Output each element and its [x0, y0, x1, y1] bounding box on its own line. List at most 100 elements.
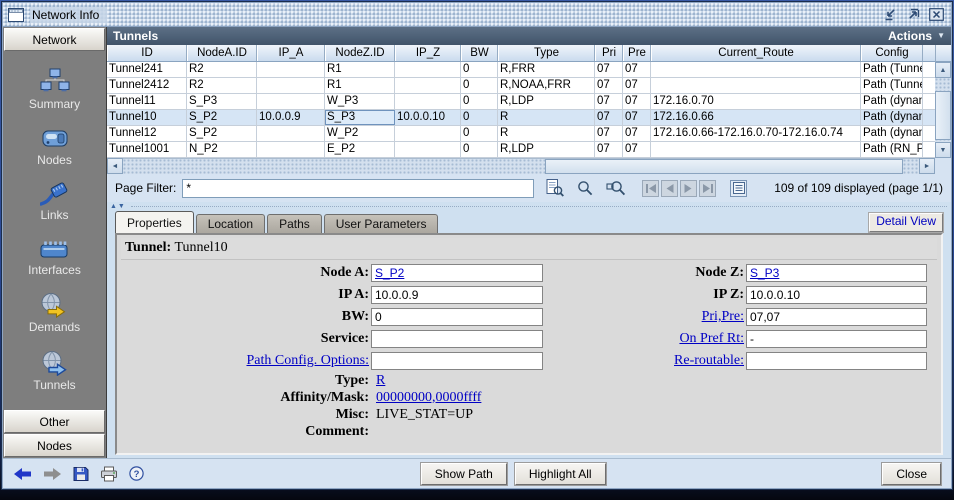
table-cell[interactable]: 10.0.0.9	[257, 110, 325, 125]
table-cell[interactable]: R,LDP	[498, 142, 595, 157]
column-header-id[interactable]: ID	[107, 45, 187, 61]
table-vertical-scrollbar[interactable]: ▲ ▼	[935, 45, 951, 174]
property-field-node-a[interactable]: S_P2	[371, 264, 543, 282]
table-cell[interactable]: S_P2	[187, 126, 257, 141]
close-button[interactable]: Close	[882, 463, 941, 485]
table-cell[interactable]	[651, 62, 861, 77]
table-cell[interactable]: Path (dynam	[861, 126, 923, 141]
table-cell[interactable]: W_P2	[325, 126, 395, 141]
property-field-bw[interactable]: 0	[371, 308, 543, 326]
table-cell[interactable]: R1	[325, 78, 395, 93]
table-cell[interactable]: S_P3	[325, 110, 395, 125]
table-cell[interactable]: R2	[187, 78, 257, 93]
column-header-pri[interactable]: Pri	[595, 45, 623, 61]
table-cell[interactable]: Tunnel11	[107, 94, 187, 109]
column-header-ip-a[interactable]: IP_A	[257, 45, 325, 61]
table-cell[interactable]: 07	[595, 78, 623, 93]
help-button[interactable]: ?	[129, 466, 144, 481]
table-cell[interactable]: 10.0.0.10	[395, 110, 461, 125]
table-cell[interactable]: Path (Tunne	[861, 78, 923, 93]
table-cell[interactable]: 0	[461, 126, 498, 141]
table-cell[interactable]: R,NOAA,FRR	[498, 78, 595, 93]
splitter-collapse-icons[interactable]: ▲▼	[110, 203, 126, 210]
last-page-button[interactable]	[699, 180, 716, 197]
window-titlebar[interactable]: Network Info	[3, 3, 951, 27]
table-cell[interactable]: Path (dynam	[861, 110, 923, 125]
table-cell[interactable]: W_P3	[325, 94, 395, 109]
property-label-pri-pre[interactable]: Pri,Pre:	[549, 309, 746, 325]
table-row-tunnel12[interactable]: Tunnel12S_P2W_P20R0707172.16.0.66-172.16…	[107, 126, 935, 142]
table-cell[interactable]: R2	[187, 62, 257, 77]
scroll-up-icon[interactable]: ▲	[935, 62, 951, 78]
table-cell[interactable]	[651, 78, 861, 93]
table-cell[interactable]: 07	[623, 78, 651, 93]
table-cell[interactable]: 07	[595, 110, 623, 125]
restore-button[interactable]	[880, 6, 900, 23]
table-cell[interactable]: 0	[461, 78, 498, 93]
table-cell[interactable]	[257, 78, 325, 93]
table-cell[interactable]	[257, 94, 325, 109]
table-cell[interactable]: 0	[461, 142, 498, 157]
property-label-on-pref-rt[interactable]: On Pref Rt:	[549, 331, 746, 347]
table-cell[interactable]: 07	[623, 62, 651, 77]
table-horizontal-scrollbar[interactable]: ◄ ►	[107, 158, 935, 174]
table-cell[interactable]: R1	[325, 62, 395, 77]
tab-properties[interactable]: Properties	[115, 211, 194, 233]
table-cell[interactable]: 07	[623, 126, 651, 141]
column-header-pre[interactable]: Pre	[623, 45, 651, 61]
sidebar-item-nodes[interactable]: Nodes	[37, 127, 72, 167]
zoom-button[interactable]	[574, 178, 596, 198]
sidebar-item-tunnels[interactable]: Tunnels	[33, 350, 75, 392]
table-cell[interactable]	[395, 142, 461, 157]
table-cell[interactable]: Tunnel241	[107, 62, 187, 77]
highlight-all-button[interactable]: Highlight All	[515, 463, 606, 485]
table-cell[interactable]: 0	[461, 62, 498, 77]
sidebar-item-links[interactable]: Links	[40, 182, 70, 222]
property-field-on-pref-rt[interactable]: -	[746, 330, 927, 348]
table-cell[interactable]: 07	[595, 94, 623, 109]
column-header-type[interactable]: Type	[498, 45, 595, 61]
sidebar-item-interfaces[interactable]: Interfaces	[28, 238, 81, 277]
table-cell[interactable]: Tunnel10	[107, 110, 187, 125]
table-cell[interactable]: 0	[461, 94, 498, 109]
table-cell[interactable]: Path (Tunne	[861, 62, 923, 77]
table-cell[interactable]: Tunnel2412	[107, 78, 187, 93]
table-cell[interactable]: R	[498, 110, 595, 125]
table-cell[interactable]: Path (dynam	[861, 94, 923, 109]
table-cell[interactable]	[395, 78, 461, 93]
column-header-config[interactable]: Config	[861, 45, 923, 61]
sidebar-tab-other[interactable]: Other	[4, 410, 105, 433]
table-cell[interactable]	[395, 126, 461, 141]
scroll-down-icon[interactable]: ▼	[935, 142, 951, 158]
forward-button[interactable]	[43, 467, 62, 481]
actions-menu-button[interactable]: Actions ▼	[888, 29, 945, 43]
column-header-current-route[interactable]: Current_Route	[651, 45, 861, 61]
table-cell[interactable]: 07	[595, 142, 623, 157]
column-header-nodea-id[interactable]: NodeA.ID	[187, 45, 257, 61]
sidebar-tab-nodes[interactable]: Nodes	[4, 434, 105, 457]
column-header-nodez-id[interactable]: NodeZ.ID	[325, 45, 395, 61]
table-cell[interactable]: 172.16.0.66	[651, 110, 861, 125]
first-page-button[interactable]	[642, 180, 659, 197]
table-cell[interactable]: Tunnel12	[107, 126, 187, 141]
preview-button[interactable]	[544, 178, 566, 198]
table-cell[interactable]: 07	[623, 94, 651, 109]
save-button[interactable]	[73, 466, 89, 482]
table-cell[interactable]: 0	[461, 110, 498, 125]
property-field-pri-pre[interactable]: 07,07	[746, 308, 927, 326]
tab-user-parameters[interactable]: User Parameters	[324, 214, 439, 233]
table-cell[interactable]: 172.16.0.70	[651, 94, 861, 109]
table-row-tunnel11[interactable]: Tunnel11S_P3W_P30R,LDP0707172.16.0.70Pat…	[107, 94, 935, 110]
vertical-scroll-thumb[interactable]	[935, 91, 951, 140]
sidebar-tab-network[interactable]: Network	[4, 28, 105, 51]
table-cell[interactable]	[257, 126, 325, 141]
property-field-ip-a[interactable]: 10.0.0.9	[371, 286, 543, 304]
property-field-path-config-options[interactable]	[371, 352, 543, 370]
table-cell[interactable]	[257, 62, 325, 77]
back-button[interactable]	[13, 467, 32, 481]
table-cell[interactable]	[651, 142, 861, 157]
table-cell[interactable]: 07	[595, 126, 623, 141]
property-field-re-routable[interactable]	[746, 352, 927, 370]
horizontal-scroll-thumb[interactable]	[545, 159, 903, 174]
previous-page-button[interactable]	[661, 180, 678, 197]
